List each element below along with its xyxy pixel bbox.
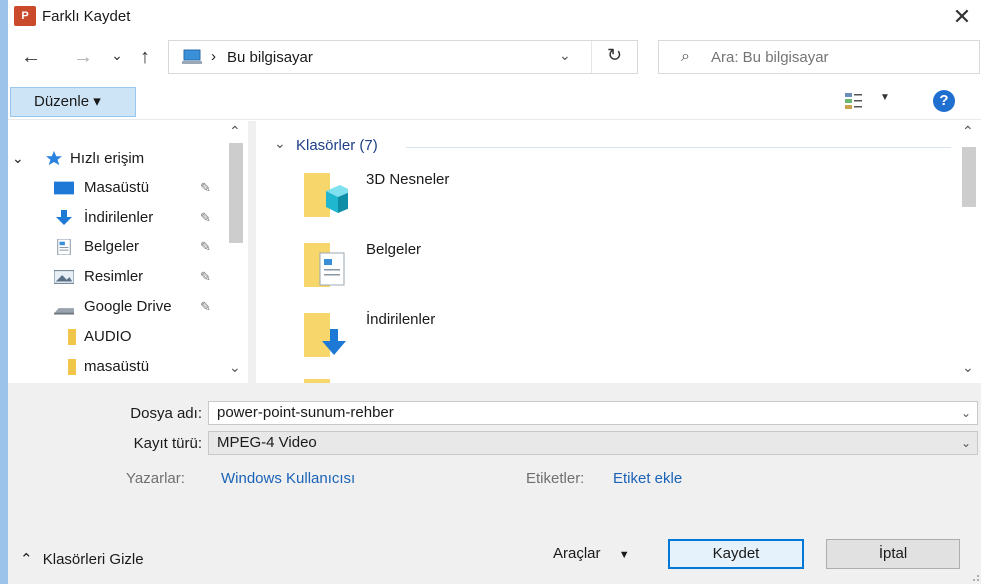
filetype-select[interactable]: MPEG-4 Video ⌄ xyxy=(208,431,978,455)
file-list-scrollbar[interactable]: ⌃ ⌄ xyxy=(956,121,981,383)
folder-item-downloads[interactable]: İndirilenler xyxy=(296,309,596,373)
drive-icon xyxy=(54,308,74,315)
filetype-value: MPEG-4 Video xyxy=(217,434,317,451)
downloads-folder-icon xyxy=(304,313,346,357)
folder-label: İndirilenler xyxy=(366,311,436,328)
forward-arrow-icon[interactable]: → xyxy=(70,42,96,72)
search-input[interactable] xyxy=(711,49,961,66)
scroll-down-icon[interactable]: ⌄ xyxy=(229,359,241,376)
save-as-dialog: P Farklı Kaydet ✕ ← → ⌄ ↑ › Bu bilgisaya… xyxy=(0,0,981,584)
tools-dropdown-icon: ▼ xyxy=(618,549,630,561)
pin-icon[interactable]: ✎ xyxy=(200,233,211,261)
desktop-icon xyxy=(54,181,74,195)
documents-icon xyxy=(57,239,71,255)
group-collapse-chevron-icon[interactable]: ⌄ xyxy=(274,135,286,152)
help-icon[interactable]: ? xyxy=(933,90,955,112)
sidebar-item-label: Google Drive xyxy=(84,298,172,315)
file-list-pane: ⌄ Klasörler (7) 3D Nesneler Belgeler İnd… xyxy=(256,121,956,383)
sidebar-item-label: masaüstü xyxy=(84,358,150,375)
sidebar-item-label: Masaüstü xyxy=(84,179,150,196)
documents-folder-icon xyxy=(304,243,345,287)
sidebar-item-label: AUDIO xyxy=(84,328,132,345)
folder-icon xyxy=(68,359,76,375)
save-button[interactable]: Kaydet xyxy=(668,539,804,569)
recent-locations-chevron-icon[interactable]: ⌄ xyxy=(104,40,130,70)
sidebar-item-audio[interactable]: AUDIO xyxy=(8,323,223,351)
download-icon xyxy=(56,210,72,225)
pane-splitter[interactable] xyxy=(248,121,256,383)
filetype-dropdown-icon[interactable]: ⌄ xyxy=(961,432,971,454)
sidebar-item-desktop[interactable]: Masaüstü ✎ xyxy=(8,174,223,202)
scroll-down-icon[interactable]: ⌄ xyxy=(962,359,974,376)
breadcrumb-chevron-icon[interactable]: › xyxy=(211,48,216,65)
tags-label: Etiketler: xyxy=(526,470,585,487)
authors-value[interactable]: Windows Kullanıcısı xyxy=(221,470,355,487)
folder-item-3d-objects[interactable]: 3D Nesneler xyxy=(296,169,596,233)
sidebar-item-label: Resimler xyxy=(84,268,144,285)
address-bar[interactable]: › Bu bilgisayar ⌄ ↻ xyxy=(168,40,638,74)
sidebar-item-quick-access[interactable]: ⌄ Hızlı erişim xyxy=(8,145,223,173)
sidebar-item-label: İndirilenler xyxy=(84,209,154,226)
breadcrumb-this-pc[interactable]: Bu bilgisayar xyxy=(227,49,313,66)
folder-icon xyxy=(68,329,76,345)
scrollbar-thumb[interactable] xyxy=(962,147,976,207)
navigation-pane: ⌄ Hızlı erişim Masaüstü ✎ İndirilenler ✎ xyxy=(8,121,248,383)
pictures-icon xyxy=(54,270,74,284)
this-pc-icon xyxy=(182,49,202,64)
address-divider xyxy=(591,41,592,73)
change-view-icon[interactable] xyxy=(844,92,864,110)
organize-button[interactable]: Düzenle ▾ xyxy=(10,87,136,117)
up-arrow-icon[interactable]: ↑ xyxy=(132,42,158,72)
folders-group-header[interactable]: Klasörler (7) xyxy=(296,137,378,154)
hide-folders-label: Klasörleri Gizle xyxy=(42,551,144,568)
refresh-icon[interactable]: ↻ xyxy=(607,45,622,66)
filename-dropdown-icon[interactable]: ⌄ xyxy=(961,402,971,424)
authors-label: Yazarlar: xyxy=(126,470,185,487)
folder-label: Belgeler xyxy=(366,241,422,258)
address-dropdown-icon[interactable]: ⌄ xyxy=(559,47,571,64)
star-icon xyxy=(46,150,62,166)
scrollbar-thumb[interactable] xyxy=(229,143,243,243)
sidebar-item-documents[interactable]: Belgeler ✎ xyxy=(8,233,223,261)
view-options-dropdown-icon[interactable]: ▼ xyxy=(880,92,890,103)
scroll-up-icon[interactable]: ⌃ xyxy=(962,123,974,140)
back-arrow-icon[interactable]: ← xyxy=(18,42,44,72)
close-icon[interactable]: ✕ xyxy=(948,3,976,31)
resize-grip-icon[interactable] xyxy=(968,570,980,582)
expand-chevron-icon[interactable]: ⌄ xyxy=(12,144,24,172)
group-divider xyxy=(406,147,951,148)
sidebar-item-pictures[interactable]: Resimler ✎ xyxy=(8,263,223,291)
title-bar: P Farklı Kaydet ✕ xyxy=(8,0,981,34)
cancel-button[interactable]: İptal xyxy=(826,539,960,569)
window-title: Farklı Kaydet xyxy=(42,8,131,25)
pin-icon[interactable]: ✎ xyxy=(200,293,211,321)
command-toolbar xyxy=(8,82,981,120)
tools-button[interactable]: Araçlar ▼ xyxy=(553,545,630,562)
hide-folders-button[interactable]: ⌃ Klasörleri Gizle xyxy=(20,550,144,568)
folder-label: 3D Nesneler xyxy=(366,171,450,188)
chevron-up-icon: ⌃ xyxy=(20,551,33,568)
tags-value[interactable]: Etiket ekle xyxy=(613,470,682,487)
sidebar-item-label: Belgeler xyxy=(84,238,140,255)
sidebar-item-label: Hızlı erişim xyxy=(70,150,145,167)
tools-label: Araçlar xyxy=(553,545,601,562)
search-box[interactable]: ⌕ xyxy=(658,40,980,74)
sidebar-item-downloads[interactable]: İndirilenler ✎ xyxy=(8,204,223,232)
search-icon: ⌕ xyxy=(681,48,690,65)
powerpoint-app-icon: P xyxy=(14,6,36,26)
sidebar-item-masaustu-folder[interactable]: masaüstü xyxy=(8,353,223,381)
sidebar-item-google-drive[interactable]: Google Drive ✎ xyxy=(8,293,223,321)
navigation-scrollbar[interactable]: ⌃ ⌄ xyxy=(223,121,248,383)
filetype-label: Kayıt türü: xyxy=(133,435,202,452)
filename-label: Dosya adı: xyxy=(130,405,202,422)
folder-item-documents[interactable]: Belgeler xyxy=(296,239,596,303)
pin-icon[interactable]: ✎ xyxy=(200,263,211,291)
pin-icon[interactable]: ✎ xyxy=(200,174,211,202)
3d-objects-folder-icon xyxy=(304,173,348,217)
filename-value: power-point-sunum-rehber xyxy=(217,404,394,421)
scroll-up-icon[interactable]: ⌃ xyxy=(229,123,241,140)
pin-icon[interactable]: ✎ xyxy=(200,204,211,232)
filename-field[interactable]: power-point-sunum-rehber ⌄ xyxy=(208,401,978,425)
